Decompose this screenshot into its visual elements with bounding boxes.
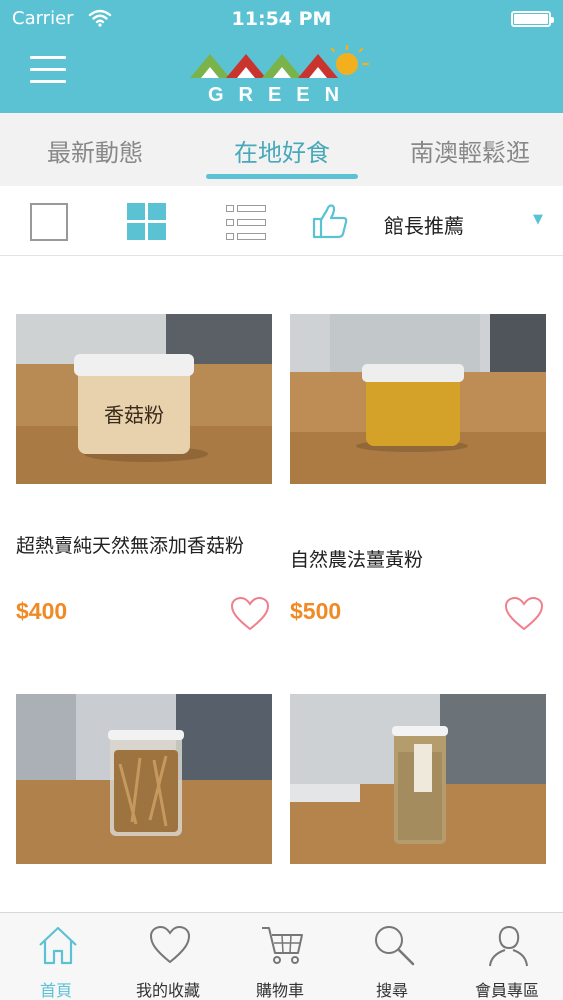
product-card[interactable]: 香菇粉 超熱賣純天然無添加香菇粉 $400 — [16, 314, 272, 634]
view-toolbar: 館長推薦 ▼ — [0, 186, 563, 256]
logo-text: GREEN — [207, 84, 355, 106]
tabbar-label: 首頁 — [39, 981, 72, 1000]
logo-mountains-icon — [190, 44, 370, 78]
list-view-icon[interactable] — [226, 205, 266, 241]
user-icon — [489, 925, 528, 967]
app-header: Carrier 11:54 PM GREEN — [0, 0, 563, 113]
jar-label: 香菇粉 — [104, 403, 164, 427]
status-time: 11:54 PM — [231, 8, 332, 30]
tabbar-label: 我的收藏 — [135, 981, 200, 1000]
product-image — [290, 694, 546, 864]
tabbar-label: 購物車 — [255, 981, 304, 1000]
tabbar-home[interactable]: 首頁 — [0, 913, 112, 1000]
thumbs-up-icon[interactable] — [311, 202, 349, 240]
product-price: $500 — [290, 598, 342, 624]
product-card[interactable] — [16, 694, 272, 864]
battery-icon — [511, 11, 554, 27]
tabbar-favorites[interactable]: 我的收藏 — [112, 913, 224, 1000]
product-name: 自然農法薑黃粉 — [290, 549, 424, 571]
heart-icon[interactable] — [230, 596, 270, 632]
brand-logo: GREEN — [186, 40, 376, 110]
bottom-tab-bar: 首頁 我的收藏 購物車 搜尋 會員專區 — [0, 912, 563, 1000]
dropdown-arrow-icon[interactable]: ▼ — [533, 212, 543, 227]
single-view-icon[interactable] — [30, 203, 68, 241]
tab-local-food[interactable]: 在地好食 — [222, 133, 342, 168]
category-tabs: 最新動態 在地好食 南澳輕鬆逛 — [0, 113, 563, 186]
cart-icon — [262, 927, 303, 964]
tabbar-member[interactable]: 會員專區 — [451, 913, 563, 1000]
heart-icon[interactable] — [504, 596, 544, 632]
search-icon — [375, 926, 415, 966]
product-name: 超熱賣純天然無添加香菇粉 — [16, 535, 245, 557]
sort-dropdown[interactable]: 館長推薦 — [384, 210, 464, 239]
tabbar-label: 會員專區 — [474, 981, 539, 1000]
home-icon — [39, 926, 77, 965]
tab-latest-news[interactable]: 最新動態 — [40, 133, 150, 168]
product-image — [290, 314, 546, 484]
product-image — [16, 694, 272, 864]
grid-view-icon[interactable] — [127, 203, 167, 241]
tab-nanao-stroll[interactable]: 南澳輕鬆逛 — [400, 133, 540, 168]
menu-button[interactable] — [30, 56, 66, 88]
tabbar-label: 搜尋 — [375, 981, 408, 1000]
status-bar: Carrier 11:54 PM — [0, 0, 563, 40]
tabbar-search[interactable]: 搜尋 — [336, 913, 448, 1000]
product-card[interactable]: 自然農法薑黃粉 $500 — [290, 314, 546, 634]
heart-icon — [149, 925, 191, 964]
product-price: $400 — [16, 598, 68, 624]
active-tab-indicator — [206, 174, 358, 179]
product-image: 香菇粉 — [16, 314, 272, 484]
product-card[interactable] — [290, 694, 546, 864]
hamburger-icon — [30, 56, 66, 59]
tabbar-cart[interactable]: 購物車 — [224, 913, 336, 1000]
